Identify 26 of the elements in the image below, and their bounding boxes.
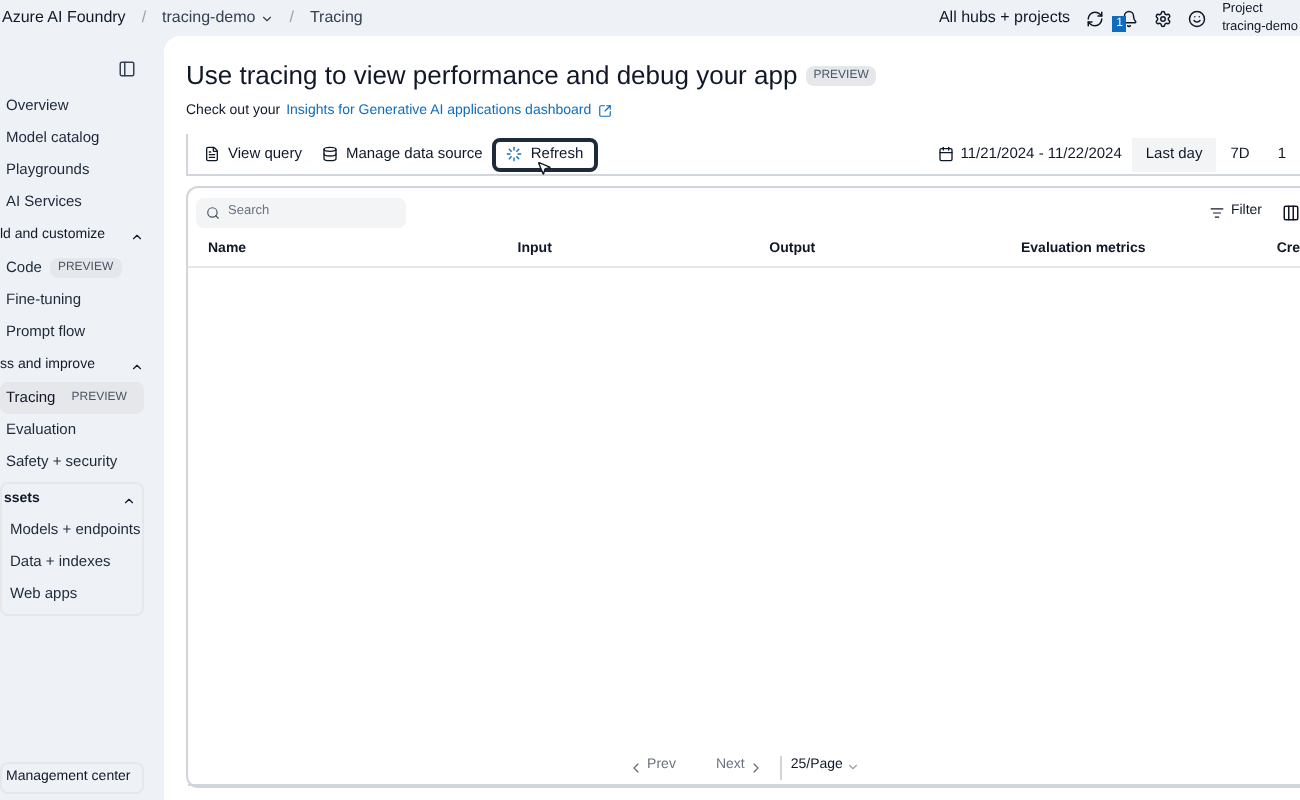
chevron-up-icon	[130, 230, 144, 244]
chevron-icon	[259, 11, 274, 25]
scope-selector[interactable]: All hubs + projects	[938, 6, 1071, 30]
feedback-icon[interactable]	[1188, 9, 1207, 27]
breadcrumb-separator: /	[141, 6, 147, 30]
breadcrumb-link[interactable]: Tracing	[309, 6, 363, 30]
cursor-icon	[536, 159, 553, 175]
columns-icon[interactable]	[1282, 203, 1300, 221]
notification-icon[interactable]	[1120, 9, 1139, 27]
document-icon	[204, 146, 220, 162]
settings-icon[interactable]	[1154, 9, 1173, 27]
spinner-icon	[506, 146, 523, 162]
chevron-up-icon	[130, 360, 144, 374]
search-icon	[206, 205, 220, 219]
app-name[interactable]: Azure AI Foundry	[2, 6, 126, 30]
chevron-up-icon	[122, 494, 136, 508]
filter-icon	[1210, 205, 1225, 219]
chevron-down-icon	[846, 760, 861, 774]
collapse-sidebar-icon[interactable]	[118, 60, 136, 78]
database-icon	[321, 146, 338, 162]
external-link-icon	[597, 104, 612, 119]
refresh-icon[interactable]	[1086, 9, 1105, 27]
breadcrumb-link[interactable]: tracing-demo	[162, 6, 274, 30]
breadcrumb-separator: /	[289, 6, 294, 30]
calendar-icon[interactable]	[938, 146, 955, 162]
page-title: Use tracing to view performance and debug your app	[186, 58, 798, 94]
